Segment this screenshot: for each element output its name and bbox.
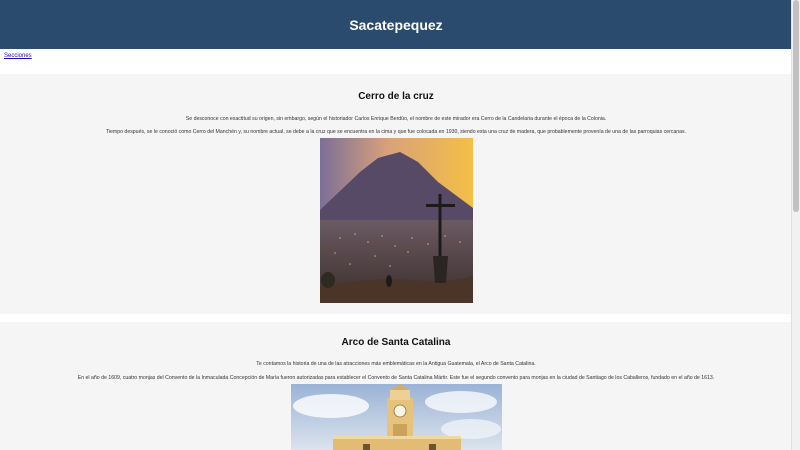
scrollbar-thumb[interactable] [793,0,799,212]
site-header: Sacatepequez [0,0,792,49]
section-cerro-de-la-cruz: Cerro de la cruz Se desconoce con exacti… [0,74,792,314]
section-arco-de-santa-catalina: Arco de Santa Catalina Te contamos la hi… [0,322,792,450]
section-paragraph: Te contamos la historia de una de las at… [256,361,536,367]
section-paragraph: Se desconoce con exactitud su origen, si… [185,116,607,122]
arco-de-santa-catalina-photo [290,384,502,450]
section-paragraph: Tiempo después, se le conoció como Cerro… [105,129,687,135]
section-title: Cerro de la cruz [358,91,434,102]
page-viewport: Sacatepequez Secciones Cerro de la cruz … [0,0,792,450]
section-title: Arco de Santa Catalina [341,337,451,348]
site-title: Sacatepequez [349,16,443,33]
page-scrollbar[interactable] [791,0,800,450]
sections-link[interactable]: Secciones [4,53,792,63]
section-paragraph: En el año de 1609, cuatro monjas del Con… [77,375,715,381]
cerro-de-la-cruz-photo [319,138,473,303]
